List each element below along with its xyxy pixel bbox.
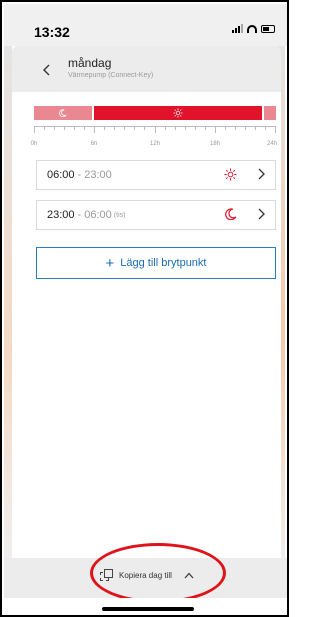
- schedule-sheet: måndag Värmepump (Connect-Key) 0h 6h 12h…: [12, 46, 281, 566]
- chevron-right-icon[interactable]: [257, 168, 265, 183]
- signal-icon: [232, 24, 243, 33]
- sun-icon: [173, 108, 183, 118]
- axis-label: 6h: [90, 141, 98, 147]
- timeline-segment-night[interactable]: [264, 106, 276, 120]
- timeline-segment-day[interactable]: [94, 106, 262, 120]
- next-day-tag: (tis): [113, 211, 126, 219]
- switch-point-end: - 23:00: [77, 169, 112, 181]
- phone-screen: 13:32 måndag Värmepump (Connect-Key) 0h …: [0, 0, 289, 617]
- background-strip-left: [4, 46, 12, 566]
- status-time: 13:32: [34, 24, 70, 40]
- add-switch-point-label: Lägg till brytpunkt: [120, 257, 207, 269]
- sun-icon: [224, 168, 237, 184]
- plus-icon: +: [105, 254, 115, 272]
- battery-icon: [261, 24, 275, 33]
- page-title: måndag: [68, 56, 112, 70]
- switch-point-end: - 06:00: [77, 209, 112, 221]
- back-button[interactable]: [36, 60, 56, 80]
- home-indicator[interactable]: [102, 607, 194, 611]
- sheet-header: måndag Värmepump (Connect-Key): [12, 46, 281, 92]
- chevron-left-icon: [42, 64, 49, 76]
- axis-label: 0h: [30, 141, 38, 147]
- annotation-circle: [90, 543, 226, 603]
- switch-point-start: 23:00: [47, 209, 75, 221]
- switch-point-row[interactable]: 23:00 - 06:00 (tis): [36, 200, 276, 230]
- add-switch-point-button[interactable]: + Lägg till brytpunkt: [36, 247, 276, 279]
- switch-point-row[interactable]: 06:00 - 23:00: [36, 160, 276, 190]
- axis-label: 18h: [209, 141, 221, 147]
- chevron-right-icon[interactable]: [257, 208, 265, 223]
- axis-label: 24h: [266, 141, 278, 147]
- page-subtitle: Värmepump (Connect-Key): [68, 72, 154, 79]
- moon-icon: [59, 109, 67, 117]
- timeline-axis: 0h 6h 12h 18h 24h: [31, 126, 277, 147]
- status-icons: [232, 24, 275, 33]
- wifi-icon: [247, 24, 257, 33]
- status-bar: 13:32: [4, 4, 287, 46]
- moon-icon: [225, 208, 237, 223]
- timeline-segment-night[interactable]: [34, 106, 92, 120]
- day-timeline[interactable]: [34, 106, 276, 120]
- switch-point-start: 06:00: [47, 169, 75, 181]
- axis-label: 12h: [149, 141, 161, 147]
